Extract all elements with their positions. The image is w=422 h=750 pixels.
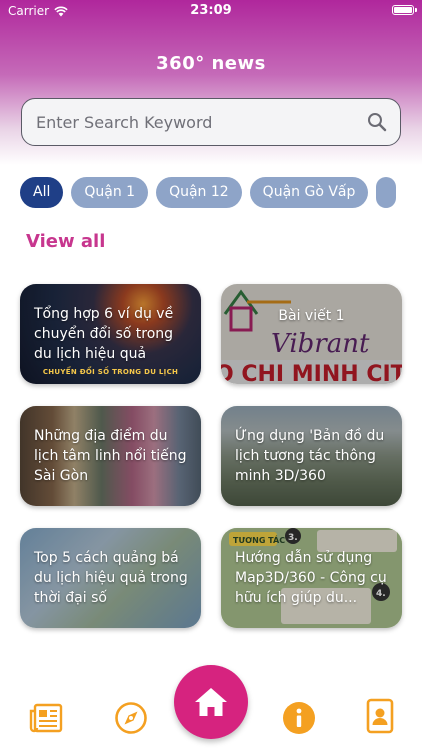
filter-chip-quan-12[interactable]: Quận 12	[156, 177, 242, 208]
filter-chip-quan-go-vap[interactable]: Quận Gò Vấp	[249, 177, 369, 208]
search-bar[interactable]	[21, 98, 401, 146]
home-button[interactable]	[174, 665, 248, 739]
newspaper-icon	[29, 703, 63, 733]
article-image-caption: CHUYỂN ĐỔI SỐ TRONG DU LỊCH	[42, 368, 179, 376]
article-title: Top 5 cách quảng bá du lịch hiệu quả tro…	[34, 550, 188, 606]
article-card[interactable]: Ứng dụng 'Bản đồ du lịch tương tác thông…	[221, 406, 402, 506]
filter-chip-partial[interactable]	[376, 177, 397, 208]
app-title: 360° news	[156, 53, 266, 74]
battery-icon	[392, 5, 417, 15]
info-icon	[283, 702, 315, 734]
home-icon	[195, 688, 227, 716]
nav-news-button[interactable]	[28, 700, 64, 736]
nav-info-button[interactable]	[281, 700, 317, 736]
filter-chips: All Quận 1 Quận 12 Quận Gò Vấp	[20, 177, 422, 209]
article-title: Ứng dụng 'Bản đồ du lịch tương tác thông…	[235, 428, 385, 484]
status-bar: Carrier 23:09	[0, 0, 422, 22]
search-icon[interactable]	[366, 111, 388, 133]
article-title: Hướng dẫn sử dụng Map3D/360 - Công cụ hữ…	[235, 550, 387, 606]
view-all-link[interactable]: View all	[26, 231, 105, 252]
article-title: Tổng hợp 6 ví dụ về chuyển đổi số trong …	[34, 306, 174, 362]
status-time: 23:09	[190, 3, 232, 18]
article-card[interactable]: Những địa điểm du lịch tâm linh nổi tiến…	[20, 406, 201, 506]
article-card[interactable]: Vibrant O CHI MINH CIT Bài viết 1	[221, 284, 402, 384]
article-title: Bài viết 1	[278, 308, 345, 324]
search-input[interactable]	[34, 111, 366, 133]
article-card[interactable]: Tổng hợp 6 ví dụ về chuyển đổi số trong …	[20, 284, 201, 384]
article-card[interactable]: Top 5 cách quảng bá du lịch hiệu quả tro…	[20, 528, 201, 628]
filter-chip-quan-1[interactable]: Quận 1	[71, 177, 149, 208]
filter-chip-all[interactable]: All	[20, 177, 64, 208]
article-card[interactable]: TƯƠNG TÁC 3. 4. Hướng dẫn sử dụng Map3D/…	[221, 528, 402, 628]
article-title: Những địa điểm du lịch tâm linh nổi tiến…	[34, 428, 187, 484]
image-overlay	[221, 284, 402, 384]
app-screen: Carrier 23:09 360° news AllQuận 1Quận 12…	[0, 0, 422, 750]
compass-icon	[115, 702, 147, 734]
nav-explore-button[interactable]	[113, 700, 149, 736]
nav-contact-button[interactable]	[362, 698, 398, 734]
contact-card-icon	[366, 698, 394, 734]
